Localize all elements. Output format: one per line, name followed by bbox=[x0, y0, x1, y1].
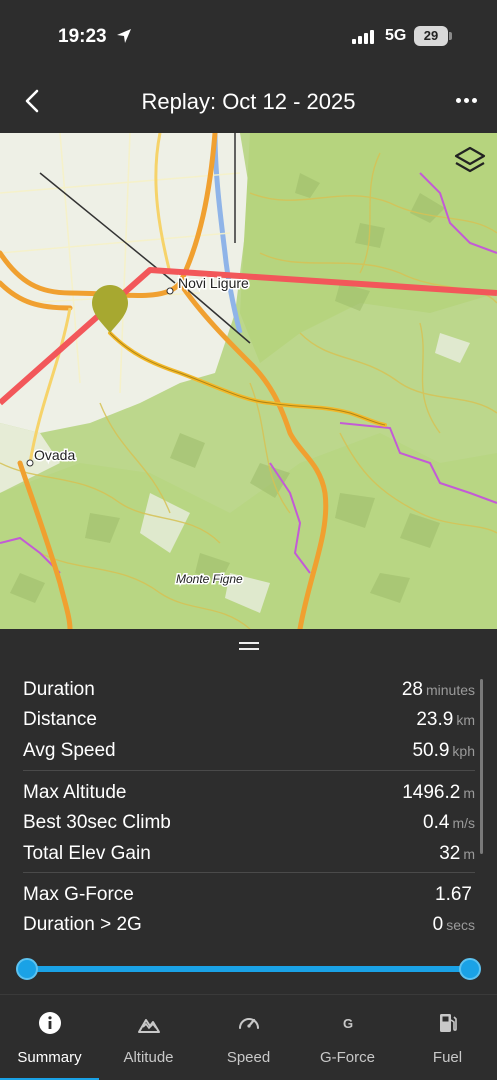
stat-row-max-gforce: Max G-Force 1.67 bbox=[23, 884, 472, 905]
network-type: 5G bbox=[385, 27, 407, 44]
stat-row-elev-gain: Total Elev Gain 32 m bbox=[23, 843, 475, 864]
tab-altitude[interactable]: Altitude bbox=[99, 995, 198, 1080]
status-bar: 19:23 5G 29 bbox=[0, 0, 497, 70]
info-icon bbox=[39, 1012, 61, 1034]
drag-handle[interactable] bbox=[239, 642, 259, 650]
fuel-pump-icon bbox=[440, 1014, 457, 1032]
stat-row-best-climb: Best 30sec Climb 0.4 m/s bbox=[23, 812, 475, 833]
map-label-peak: Monte Figne bbox=[176, 572, 243, 586]
map-view[interactable]: Novi Ligure Ovada Monte Figne bbox=[0, 133, 497, 629]
stat-row-duration-2g: Duration > 2G 0 secs bbox=[23, 914, 475, 931]
app-header: Replay: Oct 12 - 2025 bbox=[0, 70, 497, 133]
g-force-icon: G bbox=[343, 1016, 353, 1031]
map-label-town2: Ovada bbox=[34, 447, 75, 463]
mountain-icon bbox=[138, 1019, 160, 1033]
slider-track bbox=[27, 966, 470, 972]
replay-range-slider[interactable] bbox=[16, 958, 481, 980]
topo-map[interactable]: Novi Ligure Ovada Monte Figne bbox=[0, 133, 497, 629]
tab-speed[interactable]: Speed bbox=[199, 995, 298, 1080]
stat-row-duration: Duration 28 minutes bbox=[23, 679, 475, 700]
stat-row-max-altitude: Max Altitude 1496.2 m bbox=[23, 782, 475, 803]
speedometer-icon bbox=[239, 1018, 259, 1029]
bottom-tab-bar: Summary Altitude Speed G G-Force Fuel bbox=[0, 994, 497, 1080]
map-label-town1: Novi Ligure bbox=[178, 275, 249, 291]
location-arrow-icon bbox=[117, 29, 131, 43]
stat-row-distance: Distance 23.9 km bbox=[23, 709, 475, 730]
status-time: 19:23 bbox=[58, 26, 107, 47]
battery-tip bbox=[449, 32, 452, 40]
tab-gforce[interactable]: G G-Force bbox=[298, 995, 397, 1080]
slider-end-handle[interactable] bbox=[459, 958, 481, 980]
tab-summary[interactable]: Summary bbox=[0, 995, 99, 1080]
tab-fuel[interactable]: Fuel bbox=[398, 995, 497, 1080]
layers-icon[interactable] bbox=[452, 145, 488, 179]
stats-divider bbox=[23, 872, 475, 873]
stats-list[interactable]: Duration 28 minutes Distance 23.9 km Avg S… bbox=[0, 673, 497, 931]
page-title: Replay: Oct 12 - 2025 bbox=[141, 89, 356, 114]
stats-scrollbar[interactable] bbox=[480, 679, 483, 854]
stat-row-avg-speed: Avg Speed 50.9 kph bbox=[23, 740, 475, 761]
slider-start-handle[interactable] bbox=[16, 958, 38, 980]
battery-indicator: 29 bbox=[414, 26, 448, 46]
more-horizontal-icon[interactable] bbox=[456, 98, 482, 106]
cellular-signal-icon bbox=[352, 28, 376, 44]
stats-divider bbox=[23, 770, 475, 771]
svg-text:G: G bbox=[343, 1016, 353, 1031]
